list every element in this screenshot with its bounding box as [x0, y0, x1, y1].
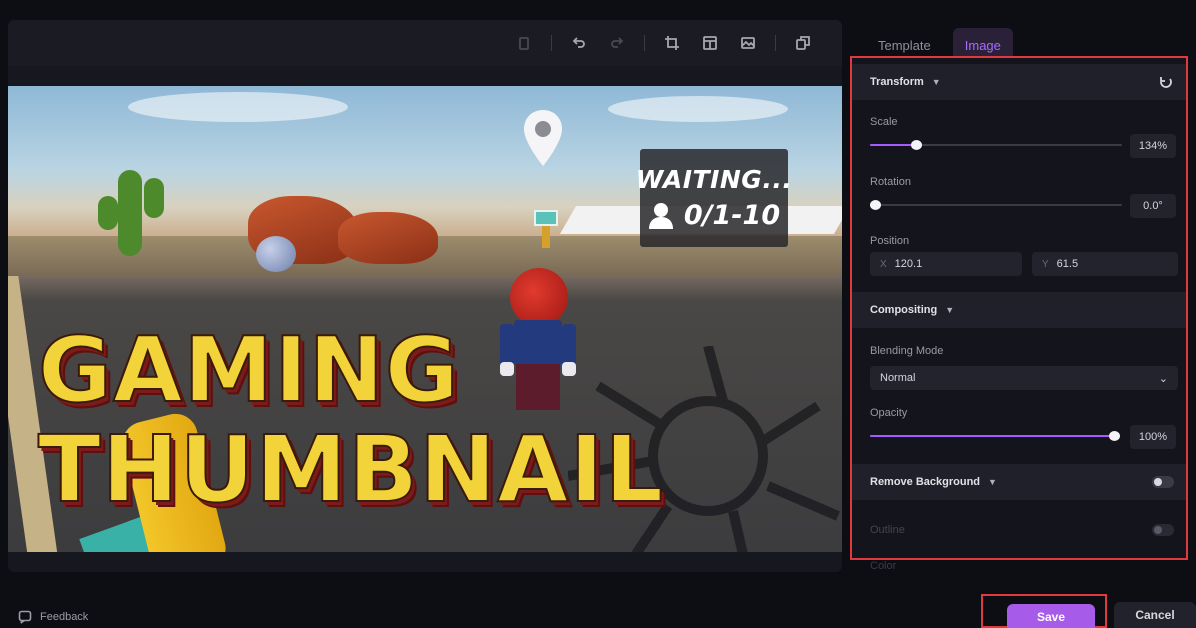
chevron-down-icon: ⌄	[1158, 372, 1168, 385]
outline-label: Outline	[870, 524, 905, 536]
scale-value[interactable]: 134%	[1130, 134, 1176, 158]
editor-toolbar	[8, 20, 842, 66]
app-window: WAITING... 0/1-10 GAMING THUMBNAIL Templ…	[0, 0, 1196, 628]
cactus-arm	[98, 196, 118, 230]
blending-mode-label: Blending Mode	[870, 345, 944, 357]
remove-background-header[interactable]: Remove Background ▼	[852, 464, 1186, 500]
opacity-label: Opacity	[870, 407, 908, 419]
feedback-link[interactable]: Feedback	[18, 610, 88, 624]
rotation-label: Rotation	[870, 176, 911, 188]
position-x-value: 120.1	[894, 258, 923, 270]
thumbnail-title-line1[interactable]: GAMING	[37, 325, 460, 417]
toolbar-divider	[775, 35, 776, 51]
save-highlight: Save	[981, 594, 1107, 628]
x-axis-label: X	[880, 258, 887, 270]
scale-slider[interactable]	[870, 140, 1122, 150]
waiting-overlay: WAITING... 0/1-10	[636, 149, 792, 247]
chevron-down-icon: ▼	[988, 477, 997, 487]
transform-header[interactable]: Transform ▼	[852, 64, 1186, 100]
save-button[interactable]: Save	[1007, 604, 1095, 628]
delete-icon[interactable]	[507, 28, 541, 58]
cactus-arm	[144, 178, 164, 218]
redo-icon[interactable]	[600, 28, 634, 58]
blending-mode-value: Normal	[880, 372, 916, 384]
replace-icon[interactable]	[786, 28, 820, 58]
image-icon[interactable]	[731, 28, 765, 58]
sign-board	[534, 210, 558, 226]
rotation-value[interactable]: 0.0°	[1130, 194, 1176, 218]
avatar-legs	[516, 364, 560, 410]
scale-slider-fill	[870, 144, 916, 146]
toolbar-divider	[551, 35, 552, 51]
cloud	[128, 92, 348, 122]
scale-label: Scale	[870, 116, 898, 128]
cactus	[118, 170, 142, 256]
y-axis-label: Y	[1042, 258, 1049, 270]
opacity-slider[interactable]	[870, 431, 1120, 441]
player-count-text: 0/1-10	[683, 200, 781, 231]
editor-area: WAITING... 0/1-10 GAMING THUMBNAIL	[8, 20, 842, 572]
rotation-slider-knob[interactable]	[870, 200, 881, 210]
thumbnail-canvas[interactable]: WAITING... 0/1-10 GAMING THUMBNAIL	[8, 86, 842, 552]
opacity-value[interactable]: 100%	[1130, 425, 1176, 449]
cloud	[608, 96, 788, 122]
sign-post	[542, 226, 550, 248]
position-x-field[interactable]: X 120.1	[870, 252, 1022, 276]
chevron-down-icon: ▼	[945, 305, 955, 315]
position-y-value: 61.5	[1056, 258, 1079, 270]
reset-icon[interactable]	[1158, 74, 1174, 90]
opacity-slider-knob[interactable]	[1109, 431, 1120, 441]
crop-icon[interactable]	[655, 28, 689, 58]
opacity-slider-fill	[870, 435, 1114, 437]
compositing-header[interactable]: Compositing ▼	[852, 292, 1186, 328]
waiting-status-text: WAITING...	[635, 165, 793, 194]
avatar-torso	[514, 320, 562, 366]
red-rock	[338, 212, 438, 264]
blue-ball	[256, 236, 296, 272]
position-y-field[interactable]: Y 61.5	[1032, 252, 1178, 276]
thumbnail-title-line2[interactable]: THUMBNAIL	[37, 423, 664, 517]
remove-background-toggle[interactable]	[1152, 476, 1174, 488]
transform-heading: Transform	[870, 76, 924, 88]
cancel-button[interactable]: Cancel	[1114, 602, 1196, 628]
rotation-slider[interactable]	[870, 200, 1122, 210]
avatar-hand	[500, 362, 514, 376]
position-label: Position	[870, 235, 910, 247]
feedback-icon	[18, 610, 32, 624]
remove-background-heading: Remove Background	[870, 476, 981, 488]
color-label: Color	[870, 560, 897, 572]
blending-mode-select[interactable]: Normal ⌄	[870, 366, 1178, 390]
avatar-hair	[510, 268, 568, 326]
chevron-down-icon: ▼	[931, 77, 941, 87]
scale-slider-knob[interactable]	[911, 140, 922, 150]
outline-toggle[interactable]	[1152, 524, 1174, 536]
feedback-label: Feedback	[40, 611, 89, 623]
player-count-row: 0/1-10	[648, 200, 780, 231]
layout-icon[interactable]	[693, 28, 727, 58]
compositing-heading: Compositing	[870, 304, 938, 316]
image-properties-panel: Transform ▼ Scale 134% Rotation 0.0° Pos…	[850, 56, 1188, 560]
player-icon	[648, 202, 673, 229]
location-pin-icon	[524, 110, 562, 166]
undo-icon[interactable]	[562, 28, 596, 58]
toolbar-divider	[644, 35, 645, 51]
